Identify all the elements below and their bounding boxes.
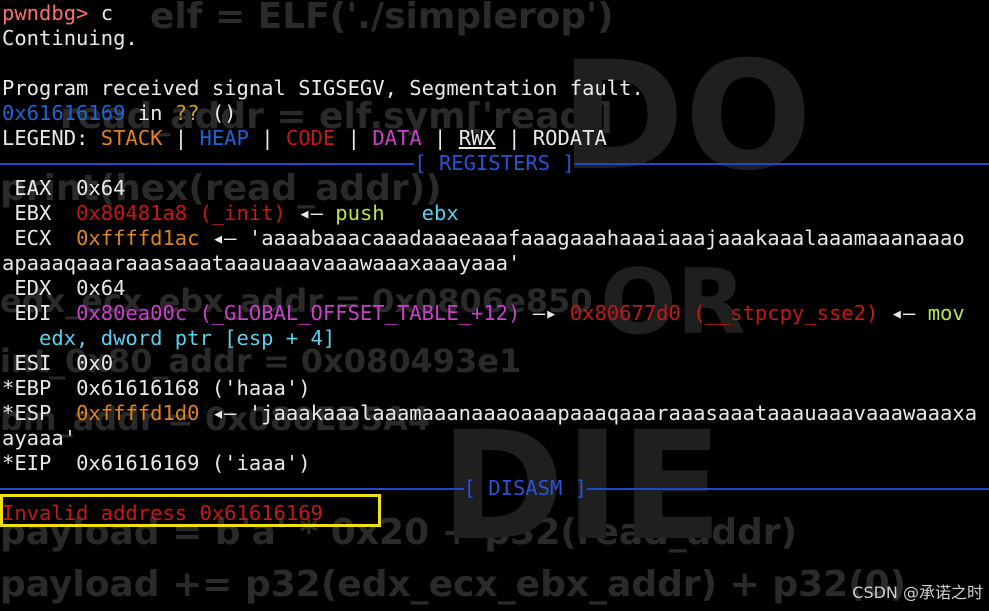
register-edi: EDI 0x80ea00c (_GLOBAL_OFFSET_TABLE_+12)… xyxy=(2,301,965,326)
continuing-text: Continuing. xyxy=(2,26,138,50)
legend-label: LEGEND: xyxy=(2,126,101,150)
register-eax: EAX 0x64 xyxy=(2,176,125,201)
register-name: EDX xyxy=(2,276,77,300)
legend-heap: HEAP xyxy=(199,126,249,150)
register-name: *EBP xyxy=(2,376,77,400)
register-name: EAX xyxy=(2,176,77,200)
section-rule xyxy=(587,487,989,490)
string-dereference: 'jaaakaaalaaamaaanaaaoaaapaaaqaaaraaasaa… xyxy=(248,401,978,425)
registers-title: [ REGISTERS ] xyxy=(414,151,575,175)
register-esi: ESI 0x0 xyxy=(2,351,113,376)
register-ecx: ECX 0xffffd1ac ◂— 'aaaabaaacaaadaaaeaaaf… xyxy=(2,226,965,251)
signal-message: Program received signal SIGSEGV, Segment… xyxy=(2,76,644,100)
legend-stack: STACK xyxy=(100,126,163,150)
pointer-target: 0x80677d0 (__stpcpy_sse2) xyxy=(569,301,879,325)
register-ebx: EBX 0x80481a8 (_init) ◂— push ebx xyxy=(2,201,459,226)
legend-separator: | xyxy=(421,126,459,150)
register-edx: EDX 0x64 xyxy=(2,276,125,301)
register-name: ECX xyxy=(2,226,77,250)
legend-rwx: RWX xyxy=(458,126,496,150)
section-rule xyxy=(0,162,415,165)
terminal-output: pwndbg> c Continuing. Program received s… xyxy=(0,0,989,611)
register-value: 0x64 xyxy=(76,176,126,200)
disasm-title: [ DISASM ] xyxy=(463,476,587,500)
legend-code: CODE xyxy=(285,126,336,150)
instruction-mnemonic: mov xyxy=(927,301,965,325)
legend-separator: | xyxy=(495,126,533,150)
register-eip: *EIP 0x61616169 ('iaaa') xyxy=(2,451,311,476)
register-value: 0xffffd1ac xyxy=(76,226,200,250)
register-ebp: *EBP 0x61616168 ('haaa') xyxy=(2,376,311,401)
instruction-mnemonic: push xyxy=(335,201,385,225)
register-name: ESI xyxy=(2,351,77,375)
register-name: EBX xyxy=(2,201,77,225)
command-text: c xyxy=(88,1,114,25)
csdn-watermark: CSDN @承诺之时 xyxy=(852,583,983,602)
register-value: 0x80481a8 (_init) xyxy=(76,201,286,225)
register-value: 0x0 xyxy=(76,351,114,375)
section-rule xyxy=(0,487,464,490)
register-value: 0x64 xyxy=(76,276,126,300)
pointer-arrow-icon: ◂— xyxy=(878,301,928,325)
prompt-line: pwndbg> c xyxy=(2,1,113,26)
fault-in-text: in xyxy=(125,101,175,125)
fault-args: () xyxy=(199,101,237,125)
register-value: 0x80ea00c (_GLOBAL_OFFSET_TABLE_+12) xyxy=(76,301,521,325)
pwndbg-prompt: pwndbg> xyxy=(2,1,89,25)
highlight-box xyxy=(0,494,381,527)
register-edi-wrap: edx, dword ptr [esp + 4] xyxy=(2,326,336,350)
section-rule xyxy=(574,162,989,165)
legend-separator: | xyxy=(248,126,286,150)
register-name: *ESP xyxy=(2,401,77,425)
register-ecx-wrap: apaaaqaaaraaasaaataaauaaavaaawaaaxaaayaa… xyxy=(2,251,521,275)
pointer-arrow-icon: —▸ xyxy=(520,301,570,325)
pointer-arrow-icon: ◂— xyxy=(199,401,249,425)
registers-section-header: [ REGISTERS ] xyxy=(0,151,989,176)
legend-separator: | xyxy=(335,126,373,150)
register-name: *EIP xyxy=(2,451,77,475)
unknown-function: ?? xyxy=(174,101,200,125)
pointer-arrow-icon: ◂— xyxy=(285,201,336,225)
legend-data: DATA xyxy=(372,126,422,150)
legend-rodata: RODATA xyxy=(532,126,607,150)
instruction-operand: ebx xyxy=(421,201,459,225)
register-esp: *ESP 0xffffd1d0 ◂— 'jaaakaaalaaamaaanaaa… xyxy=(2,401,977,426)
legend-separator: | xyxy=(162,126,200,150)
fault-address: 0x61616169 xyxy=(2,101,126,125)
string-dereference: 'aaaabaaacaaadaaaeaaafaaagaaahaaaiaaajaa… xyxy=(248,226,965,250)
register-value: 0x61616168 ('haaa') xyxy=(76,376,311,400)
register-name: EDI xyxy=(2,301,77,325)
register-value: 0x61616169 ('iaaa') xyxy=(76,451,311,475)
register-esp-wrap: ayaaa' xyxy=(2,426,77,450)
pointer-arrow-icon: ◂— xyxy=(199,226,249,250)
fault-location-line: 0x61616169 in ?? () xyxy=(2,101,237,126)
legend-line: LEGEND: STACK | HEAP | CODE | DATA | RWX… xyxy=(2,126,607,151)
register-value: 0xffffd1d0 xyxy=(76,401,200,425)
